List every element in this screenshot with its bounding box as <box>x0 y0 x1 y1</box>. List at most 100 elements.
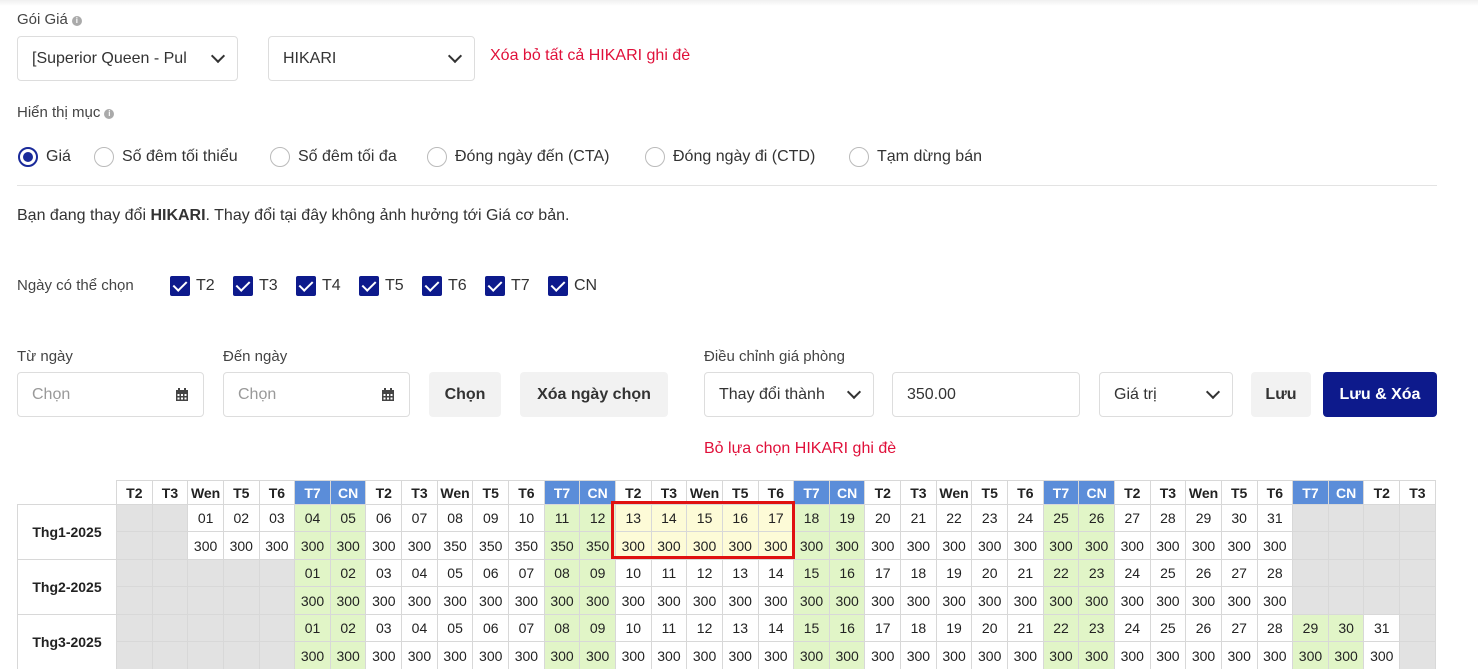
day-number[interactable]: 10 <box>508 504 545 532</box>
price-cell[interactable]: 300 <box>721 641 759 669</box>
day-number[interactable]: 10 <box>614 614 652 642</box>
day-number[interactable]: 01 <box>187 504 224 532</box>
price-cell[interactable]: 300 <box>793 641 830 669</box>
price-cell[interactable]: 300 <box>721 586 759 615</box>
price-cell[interactable]: 300 <box>365 586 403 615</box>
price-cell[interactable]: 300 <box>579 586 616 615</box>
day-number[interactable]: 02 <box>329 614 367 642</box>
price-cell[interactable]: 300 <box>1113 531 1151 560</box>
day-number[interactable]: 04 <box>401 614 438 642</box>
radio-stop-sell[interactable]: Tạm dừng bán <box>849 147 982 167</box>
price-cell[interactable]: 300 <box>258 531 296 560</box>
price-cell[interactable]: 300 <box>935 531 973 560</box>
day-number[interactable]: 02 <box>222 504 260 532</box>
price-cell[interactable]: 300 <box>294 641 331 669</box>
price-cell[interactable]: 300 <box>650 586 688 615</box>
day-number[interactable]: 03 <box>258 504 296 532</box>
day-number[interactable]: 18 <box>900 559 937 587</box>
choose-button[interactable]: Chọn <box>429 372 501 417</box>
price-cell[interactable]: 300 <box>757 586 795 615</box>
price-cell[interactable]: 350 <box>508 531 545 560</box>
price-cell[interactable]: 300 <box>1256 586 1294 615</box>
day-checkbox-t2[interactable]: T2 <box>170 276 215 296</box>
price-cell[interactable]: 300 <box>935 586 973 615</box>
price-cell[interactable]: 300 <box>864 641 902 669</box>
day-number[interactable]: 12 <box>686 614 723 642</box>
day-number[interactable]: 14 <box>757 614 795 642</box>
price-cell[interactable]: 300 <box>1220 586 1258 615</box>
price-cell[interactable]: 300 <box>543 586 581 615</box>
day-number[interactable]: 07 <box>508 559 545 587</box>
day-number[interactable]: 07 <box>401 504 438 532</box>
day-number[interactable]: 13 <box>721 614 759 642</box>
day-number[interactable]: 01 <box>294 614 331 642</box>
price-cell[interactable]: 300 <box>508 641 545 669</box>
price-cell[interactable]: 300 <box>1042 586 1080 615</box>
day-number[interactable]: 01 <box>294 559 331 587</box>
day-number[interactable]: 11 <box>543 504 581 532</box>
amount-input[interactable]: 350.00 <box>892 372 1080 417</box>
day-number[interactable]: 15 <box>793 614 830 642</box>
price-cell[interactable]: 300 <box>1113 641 1151 669</box>
clear-all-override-link[interactable]: Xóa bỏ tất cả HIKARI ghi đè <box>490 47 690 65</box>
value-type-select[interactable]: Giá trị <box>1099 372 1233 417</box>
price-cell[interactable]: 300 <box>1007 531 1044 560</box>
day-number[interactable]: 12 <box>579 504 616 532</box>
day-number[interactable]: 21 <box>1007 559 1044 587</box>
day-number[interactable]: 15 <box>686 504 723 532</box>
day-number[interactable]: 19 <box>935 614 973 642</box>
day-number[interactable]: 27 <box>1220 559 1258 587</box>
to-date-input[interactable]: Chọn <box>223 372 410 417</box>
price-cell[interactable]: 300 <box>828 641 866 669</box>
day-number[interactable]: 12 <box>686 559 723 587</box>
radio-ctd[interactable]: Đóng ngày đi (CTD) <box>645 147 815 167</box>
price-cell[interactable]: 300 <box>187 531 224 560</box>
price-cell[interactable]: 300 <box>1327 641 1365 669</box>
day-number[interactable]: 31 <box>1256 504 1294 532</box>
price-cell[interactable]: 300 <box>686 641 723 669</box>
day-number[interactable]: 30 <box>1220 504 1258 532</box>
price-cell[interactable]: 300 <box>1256 641 1294 669</box>
day-number[interactable]: 21 <box>1007 614 1044 642</box>
price-cell[interactable]: 300 <box>294 586 331 615</box>
day-number[interactable]: 02 <box>329 559 367 587</box>
price-cell[interactable]: 300 <box>900 641 937 669</box>
price-cell[interactable]: 300 <box>329 586 367 615</box>
price-cell[interactable]: 300 <box>472 586 510 615</box>
day-number[interactable]: 31 <box>1363 614 1401 642</box>
day-checkbox-t3[interactable]: T3 <box>233 276 278 296</box>
day-number[interactable]: 05 <box>436 614 474 642</box>
price-cell[interactable]: 300 <box>329 531 367 560</box>
day-number[interactable]: 11 <box>650 614 688 642</box>
price-cell[interactable]: 300 <box>222 531 260 560</box>
day-number[interactable]: 07 <box>508 614 545 642</box>
day-number[interactable]: 26 <box>1185 614 1222 642</box>
day-number[interactable]: 05 <box>436 559 474 587</box>
day-checkbox-t6[interactable]: T6 <box>422 276 467 296</box>
price-cell[interactable]: 300 <box>900 586 937 615</box>
day-number[interactable]: 17 <box>757 504 795 532</box>
day-number[interactable]: 16 <box>828 559 866 587</box>
day-number[interactable]: 25 <box>1149 559 1187 587</box>
day-checkbox-t4[interactable]: T4 <box>296 276 341 296</box>
price-cell[interactable]: 300 <box>1113 586 1151 615</box>
price-cell[interactable]: 300 <box>650 641 688 669</box>
day-number[interactable]: 09 <box>472 504 510 532</box>
price-cell[interactable]: 300 <box>900 531 937 560</box>
day-number[interactable]: 14 <box>757 559 795 587</box>
day-number[interactable]: 09 <box>579 614 616 642</box>
day-number[interactable]: 16 <box>828 614 866 642</box>
price-cell[interactable]: 350 <box>543 531 581 560</box>
price-cell[interactable]: 300 <box>1078 531 1115 560</box>
day-number[interactable]: 20 <box>971 614 1009 642</box>
day-number[interactable]: 11 <box>650 559 688 587</box>
day-number[interactable]: 17 <box>864 614 902 642</box>
price-cell[interactable]: 300 <box>721 531 759 560</box>
day-checkbox-t5[interactable]: T5 <box>359 276 404 296</box>
price-cell[interactable]: 300 <box>365 641 403 669</box>
radio-max-nights[interactable]: Số đêm tối đa <box>270 147 397 167</box>
channel-select[interactable]: HIKARI <box>268 36 475 81</box>
day-number[interactable]: 29 <box>1185 504 1222 532</box>
price-cell[interactable]: 300 <box>971 586 1009 615</box>
radio-price[interactable]: Giá <box>18 147 71 167</box>
